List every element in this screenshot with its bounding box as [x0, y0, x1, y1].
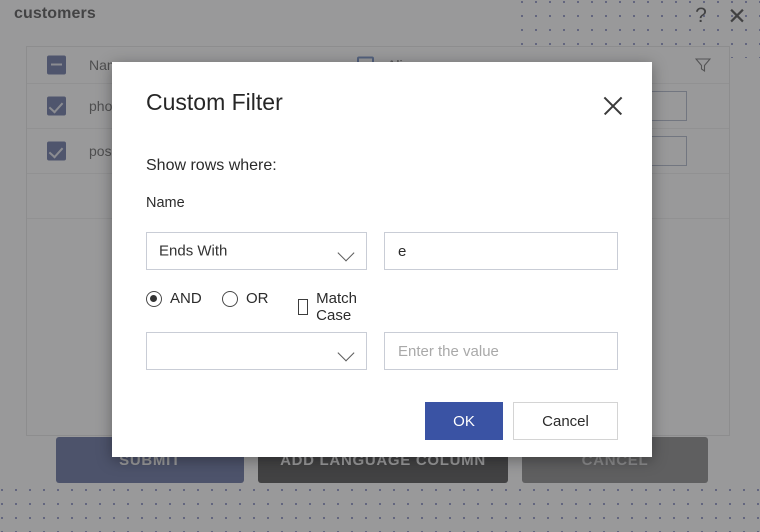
operator-select-1-value: Ends With [159, 242, 228, 260]
filter-value-input-1[interactable] [384, 232, 618, 270]
radio-and-label: AND [170, 290, 202, 307]
custom-filter-dialog: Custom Filter Show rows where: Name Ends… [112, 62, 652, 457]
close-icon[interactable] [598, 91, 628, 121]
operator-select-2[interactable] [146, 332, 367, 370]
operator-select-1[interactable]: Ends With [146, 232, 367, 270]
dialog-title: Custom Filter [146, 89, 283, 115]
filter-field-label: Name [146, 195, 185, 211]
radio-or-mark [222, 290, 238, 307]
radio-or[interactable]: OR [222, 290, 269, 307]
dialog-cancel-button[interactable]: Cancel [513, 402, 618, 440]
filter-value-input-2[interactable] [384, 332, 618, 370]
radio-or-label: OR [246, 290, 269, 307]
show-rows-label: Show rows where: [146, 157, 277, 174]
match-case-checkbox[interactable]: Match Case [298, 290, 363, 324]
chevron-down-icon [337, 244, 355, 262]
ok-button[interactable]: OK [425, 402, 503, 440]
radio-and-mark [146, 290, 162, 307]
match-case-check-mark [298, 299, 309, 315]
radio-and[interactable]: AND [146, 290, 202, 307]
chevron-down-icon [337, 344, 355, 362]
match-case-label: Match Case [316, 290, 358, 324]
